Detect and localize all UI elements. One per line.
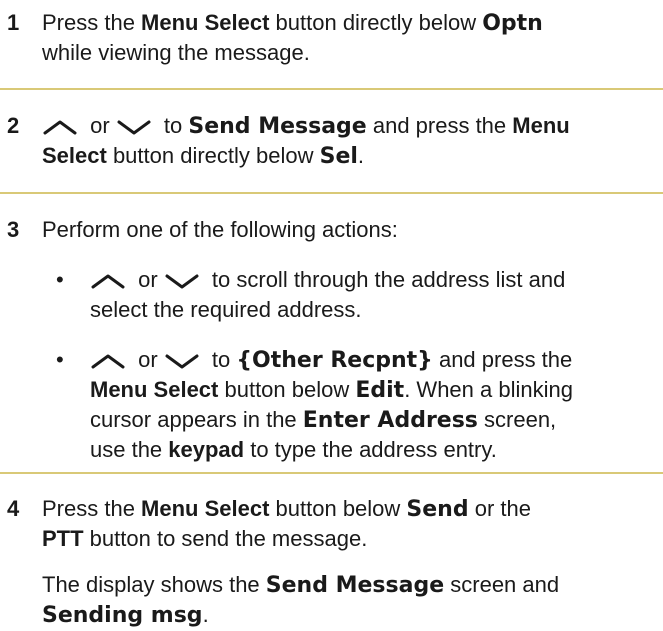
nav-down-arrow-icon: [116, 118, 152, 136]
bullet-dot: •: [56, 267, 64, 292]
nav-up-arrow-icon: [42, 118, 78, 136]
step-separator: [0, 192, 663, 194]
step-number: 4: [7, 496, 20, 521]
step-text: Press the Menu Select button directly be…: [42, 10, 543, 65]
step-number: 1: [7, 10, 20, 35]
send-display-text: Send: [406, 497, 469, 522]
step-number: 3: [7, 217, 20, 242]
nav-up-arrow-icon: [90, 272, 126, 290]
optn-display-text: Optn: [482, 11, 543, 36]
keypad-label: keypad: [168, 437, 245, 462]
step-number: 2: [7, 113, 20, 138]
instruction-page: 1 Press the Menu Select button directly …: [0, 0, 663, 628]
menu-select-label: Menu Select: [141, 10, 270, 35]
edit-display-text: Edit: [355, 378, 405, 403]
step-text: or to Send Message and press the Menu Se…: [42, 113, 570, 169]
enter-address-display-text: Enter Address: [302, 408, 478, 433]
bullet-dot: •: [56, 347, 64, 372]
nav-down-arrow-icon: [164, 352, 200, 370]
send-message-display-text: Send Message: [188, 114, 367, 139]
ptt-label: PTT: [42, 526, 84, 551]
sel-display-text: Sel: [319, 144, 358, 169]
step-separator: [0, 88, 663, 90]
step-separator: [0, 472, 663, 474]
send-message-display-text: Send Message: [265, 573, 445, 598]
nav-down-arrow-icon: [164, 272, 200, 290]
other-recpnt-display-text: {Other Recpnt}: [236, 348, 433, 373]
step-text: Perform one of the following actions:: [42, 217, 398, 242]
nav-up-arrow-icon: [90, 352, 126, 370]
step-text: Press the Menu Select button below Send …: [42, 496, 560, 628]
